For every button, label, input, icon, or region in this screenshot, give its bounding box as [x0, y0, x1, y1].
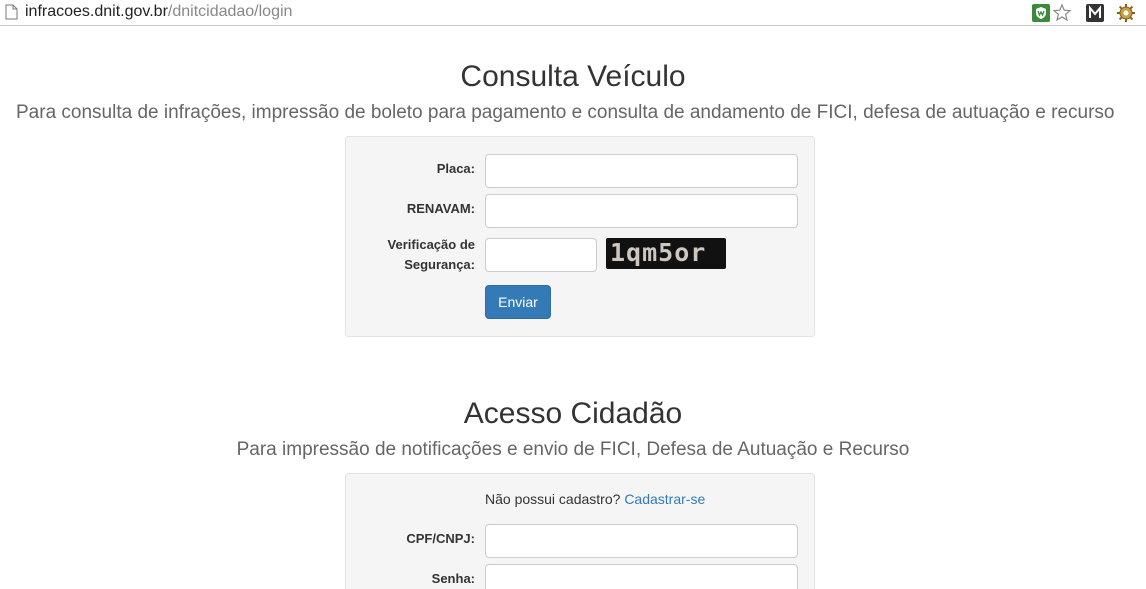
- enviar-button[interactable]: Enviar: [485, 285, 551, 319]
- m-extension-icon[interactable]: [1085, 3, 1105, 23]
- cadastrar-link[interactable]: Cadastrar-se: [624, 491, 705, 507]
- senha-input[interactable]: [485, 564, 798, 589]
- consulta-subtitle: Para consulta de infrações, impressão de…: [16, 102, 1115, 123]
- placa-label: Placa:: [436, 161, 475, 176]
- star-bookmark-icon[interactable]: [1052, 3, 1072, 23]
- captcha-input[interactable]: [485, 238, 597, 272]
- cpf-cnpj-input[interactable]: [485, 524, 798, 558]
- senha-label: Senha:: [431, 571, 475, 586]
- acesso-subtitle: Para impressão de notificações e envio d…: [236, 439, 910, 460]
- verificacao-label-line2: Segurança:: [404, 257, 475, 272]
- renavam-input[interactable]: [485, 194, 798, 228]
- consulta-form-panel: Placa: RENAVAM: Verificação de Segurança…: [345, 136, 815, 337]
- page-icon: [5, 4, 18, 20]
- register-line: Não possui cadastro? Cadastrar-se: [485, 491, 705, 507]
- url-host: infracoes.dnit.gov.br: [25, 3, 168, 20]
- captcha-image: 1qm5or: [606, 238, 726, 269]
- cpf-cnpj-label: CPF/CNPJ:: [406, 531, 475, 546]
- placa-input[interactable]: [485, 154, 798, 188]
- shield-extension-icon[interactable]: [1031, 3, 1051, 23]
- acesso-title: Acesso Cidadão: [463, 397, 683, 430]
- renavam-label: RENAVAM:: [406, 201, 475, 216]
- verificacao-label-line1: Verificação de: [387, 237, 475, 252]
- address-bar[interactable]: infracoes.dnit.gov.br/dnitcidadao/login: [0, 0, 1146, 26]
- url-text[interactable]: infracoes.dnit.gov.br/dnitcidadao/login: [25, 3, 292, 21]
- no-account-text: Não possui cadastro?: [485, 491, 621, 507]
- url-path: /dnitcidadao/login: [167, 3, 293, 20]
- gear-extension-icon[interactable]: [1116, 3, 1136, 23]
- captcha-text: 1qm5or: [610, 238, 707, 267]
- acesso-form-panel: Não possui cadastro? Cadastrar-se CPF/CN…: [345, 473, 815, 589]
- consulta-title: Consulta Veículo: [460, 60, 686, 93]
